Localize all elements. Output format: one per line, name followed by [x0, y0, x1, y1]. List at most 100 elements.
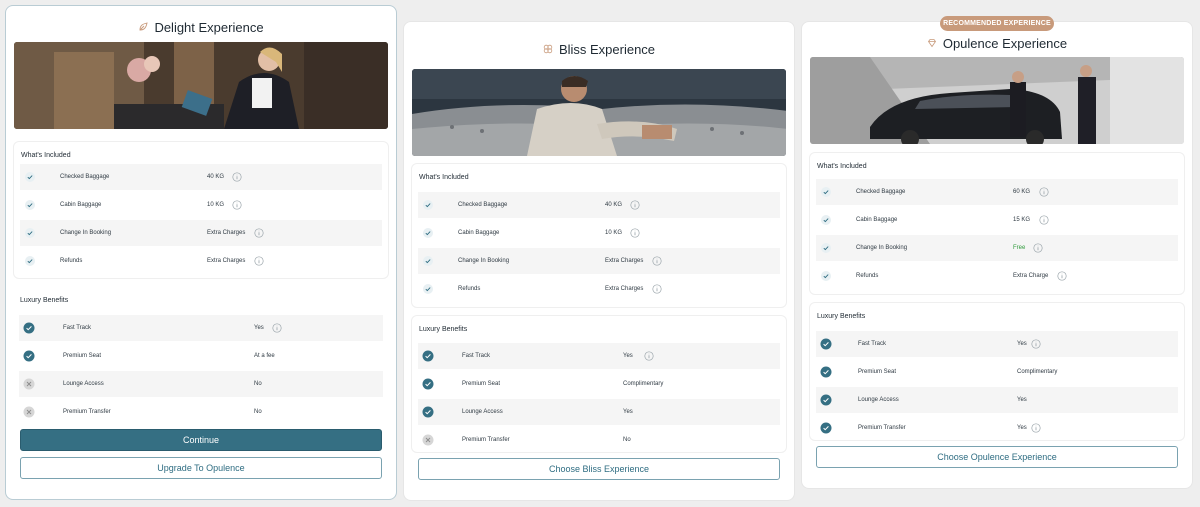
check-circle-icon [422, 378, 434, 390]
included-value: Extra Charges [207, 258, 246, 264]
bliss-experience-card[interactable]: Bliss Experience What's Included Checked… [403, 21, 795, 501]
benefit-value: Yes [1017, 397, 1027, 403]
flower-icon [543, 44, 553, 54]
benefit-label: Premium Transfer [858, 425, 906, 431]
leaf-icon [139, 22, 149, 31]
info-icon[interactable] [232, 200, 242, 210]
included-label: Change In Booking [856, 245, 908, 251]
info-icon[interactable] [1039, 187, 1049, 197]
info-icon[interactable] [232, 172, 242, 182]
info-icon[interactable] [254, 256, 264, 266]
info-icon[interactable] [1033, 243, 1043, 253]
continue-button[interactable]: Continue [20, 429, 382, 451]
check-icon [821, 215, 831, 225]
diamond-icon [927, 39, 936, 48]
included-value: 40 KG [605, 202, 623, 208]
included-value: 10 KG [605, 230, 623, 236]
included-row: Change In Booking Free [816, 235, 1178, 261]
check-icon [821, 271, 831, 281]
info-icon[interactable] [254, 228, 264, 238]
benefit-label: Fast Track [63, 325, 92, 331]
opulence-experience-card[interactable]: Opulence Experience What's Included Chec… [801, 21, 1193, 489]
info-icon[interactable] [652, 256, 662, 266]
benefit-value: Yes [623, 409, 633, 415]
upgrade-to-opulence-button[interactable]: Upgrade To Opulence [20, 457, 382, 479]
check-icon [25, 228, 35, 238]
choose-opulence-button[interactable]: Choose Opulence Experience [816, 446, 1178, 468]
section-title: Luxury Benefits [20, 297, 69, 304]
included-value: 40 KG [207, 174, 225, 180]
check-circle-icon [820, 394, 832, 406]
included-row: Change In Booking Extra Charges [418, 248, 780, 274]
hero-image [412, 69, 786, 156]
included-value: Extra Charges [605, 286, 644, 292]
check-icon [423, 284, 433, 294]
benefit-row: Lounge Access Yes [418, 399, 780, 425]
whats-included-section: What's Included Checked Baggage 40 KG Ca… [411, 163, 787, 308]
included-value: 60 KG [1013, 189, 1031, 195]
info-icon[interactable] [644, 351, 654, 361]
included-label: Refunds [60, 258, 83, 264]
benefit-value: Yes [623, 353, 633, 359]
info-icon[interactable] [1031, 339, 1041, 349]
luxury-benefits-section: Luxury Benefits Fast Track Yes Premium S… [809, 302, 1185, 441]
section-title: Luxury Benefits [817, 313, 866, 320]
check-circle-icon [422, 350, 434, 362]
included-label: Change In Booking [458, 258, 510, 264]
benefit-value: Yes [1017, 341, 1027, 347]
included-value: Free [1013, 245, 1026, 251]
included-row: Refunds Extra Charges [418, 276, 780, 302]
benefit-row: Premium Transfer No [19, 399, 383, 425]
included-row: Cabin Baggage 15 KG [816, 207, 1178, 233]
info-icon[interactable] [1031, 423, 1041, 433]
included-label: Refunds [458, 286, 481, 292]
card-title-row: Bliss Experience [404, 41, 794, 57]
info-icon[interactable] [272, 323, 282, 333]
benefit-row: Fast Track Yes [418, 343, 780, 369]
included-value: Extra Charges [605, 258, 644, 264]
check-icon [25, 172, 35, 182]
included-value: Extra Charge [1013, 273, 1049, 279]
included-value: Extra Charges [207, 230, 246, 236]
recommended-badge: RECOMMENDED EXPERIENCE [940, 16, 1054, 31]
whats-included-section: What's Included Checked Baggage 40 KG Ca… [13, 141, 389, 279]
included-label: Checked Baggage [856, 189, 906, 195]
benefit-label: Lounge Access [858, 397, 899, 403]
included-label: Cabin Baggage [60, 202, 102, 208]
check-icon [25, 200, 35, 210]
delight-experience-card[interactable]: Delight Experience What's Included Check… [5, 5, 397, 500]
included-label: Change In Booking [60, 230, 112, 236]
benefit-value: Yes [1017, 425, 1027, 431]
check-icon [821, 187, 831, 197]
benefit-label: Premium Seat [63, 353, 102, 359]
benefit-value: Yes [254, 325, 264, 331]
choose-bliss-button[interactable]: Choose Bliss Experience [418, 458, 780, 480]
included-row: Refunds Extra Charge [816, 263, 1178, 289]
info-icon[interactable] [652, 284, 662, 294]
benefit-value: Complimentary [1017, 369, 1058, 375]
card-title: Opulence Experience [942, 35, 1068, 51]
benefit-label: Premium Seat [858, 369, 897, 375]
info-icon[interactable] [1057, 271, 1067, 281]
section-title: What's Included [21, 152, 71, 159]
info-icon[interactable] [1039, 215, 1049, 225]
included-row: Checked Baggage 40 KG [20, 164, 382, 190]
benefit-row: Lounge Access No [19, 371, 383, 397]
benefit-row: Premium Seat Complimentary [816, 359, 1178, 385]
included-label: Cabin Baggage [856, 217, 898, 223]
hero-image [14, 42, 388, 129]
benefit-value: No [254, 381, 262, 387]
included-label: Refunds [856, 273, 879, 279]
info-icon[interactable] [630, 200, 640, 210]
luxury-benefits-section: Luxury Benefits Fast Track Yes Premium S… [13, 287, 389, 429]
included-label: Checked Baggage [458, 202, 508, 208]
check-circle-icon [422, 406, 434, 418]
included-value: 10 KG [207, 202, 225, 208]
benefit-value: No [254, 409, 262, 415]
card-title-row: Delight Experience [6, 19, 396, 35]
benefit-row: Premium Transfer Yes [816, 415, 1178, 441]
check-circle-icon [820, 366, 832, 378]
benefit-row: Premium Transfer No [418, 427, 780, 453]
check-icon [423, 200, 433, 210]
info-icon[interactable] [630, 228, 640, 238]
